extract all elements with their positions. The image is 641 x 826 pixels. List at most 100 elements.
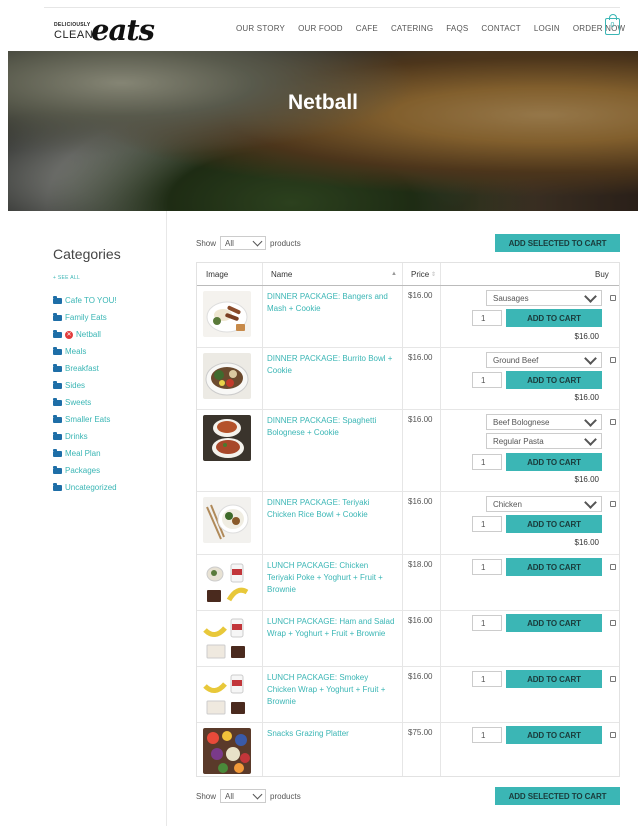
see-all-link[interactable]: + SEE ALL — [53, 275, 163, 281]
nav-login[interactable]: LOGIN — [534, 24, 560, 33]
product-image-chicken-poke[interactable] — [203, 560, 251, 606]
categories-sidebar: Categories + SEE ALL Cafe TO YOU! Family… — [53, 246, 163, 496]
sidebar-item-packages[interactable]: Packages — [53, 462, 163, 479]
sort-icon: ⇕ — [430, 271, 436, 278]
folder-icon — [53, 465, 62, 474]
add-selected-to-cart-button-top[interactable]: ADD SELECTED TO CART — [495, 234, 620, 252]
select-row-checkbox[interactable] — [610, 564, 616, 570]
folder-icon — [53, 295, 62, 304]
product-name-link[interactable]: LUNCH PACKAGE: Smokey Chicken Wrap + Yog… — [267, 672, 397, 708]
quantity-input[interactable]: 1 — [472, 671, 502, 687]
sidebar-divider — [166, 211, 167, 826]
logo-text-clean: CLEAN — [54, 29, 94, 41]
add-selected-to-cart-button-bottom[interactable]: ADD SELECTED TO CART — [495, 787, 620, 805]
column-header-price[interactable]: Price ⇕ — [411, 263, 439, 286]
sidebar-item-smaller-eats[interactable]: Smaller Eats — [53, 411, 163, 428]
nav-our-food[interactable]: OUR FOOD — [298, 24, 343, 33]
quantity-input[interactable]: 1 — [472, 727, 502, 743]
sidebar-item-uncategorized[interactable]: Uncategorized — [53, 479, 163, 496]
chevron-down-icon — [584, 289, 597, 303]
product-image-grazing-platter[interactable] — [203, 728, 251, 774]
variation-select[interactable]: Chicken — [486, 495, 602, 512]
table-header-row — [197, 263, 619, 286]
product-name-link[interactable]: LUNCH PACKAGE: Chicken Teriyaki Poke + Y… — [267, 560, 397, 596]
product-name-link[interactable]: DINNER PACKAGE: Burrito Bowl + Cookie — [267, 353, 397, 377]
nav-contact[interactable]: CONTACT — [481, 24, 520, 33]
row-subtotal: $16.00 — [574, 332, 599, 341]
product-name-link[interactable]: DINNER PACKAGE: Teriyaki Chicken Rice Bo… — [267, 497, 397, 521]
variation-select-pasta[interactable]: Regular Pasta — [486, 432, 602, 449]
sidebar-item-sweets[interactable]: Sweets — [53, 394, 163, 411]
folder-icon — [53, 431, 62, 440]
product-name-link[interactable]: LUNCH PACKAGE: Ham and Salad Wrap + Yogh… — [267, 616, 397, 640]
variation-select[interactable]: Beef Bolognese — [486, 413, 602, 430]
logo-text-eats: eats — [91, 13, 155, 47]
sidebar-item-sides[interactable]: Sides — [53, 377, 163, 394]
select-row-checkbox[interactable] — [610, 732, 616, 738]
show-count-select[interactable]: All — [220, 236, 267, 250]
table-row: Snacks Grazing Platter $75.00 1 ADD TO C… — [197, 723, 619, 776]
select-row-checkbox[interactable] — [610, 295, 616, 301]
add-to-cart-button[interactable]: ADD TO CART — [506, 558, 602, 576]
nav-our-story[interactable]: OUR STORY — [236, 24, 285, 33]
variation-select-value: Sausages — [493, 293, 529, 303]
chevron-down-icon — [584, 495, 597, 509]
show-count-control-bottom: Show All products — [196, 789, 301, 803]
product-name-link[interactable]: Snacks Grazing Platter — [267, 728, 397, 740]
quantity-input[interactable]: 1 — [472, 516, 502, 532]
select-row-checkbox[interactable] — [610, 357, 616, 363]
product-name-link[interactable]: DINNER PACKAGE: Spaghetti Bolognese + Co… — [267, 415, 397, 439]
chevron-down-icon — [584, 432, 597, 446]
select-row-checkbox[interactable] — [610, 620, 616, 626]
product-image-bangers-mash[interactable] — [203, 291, 251, 337]
select-row-checkbox[interactable] — [610, 501, 616, 507]
select-row-checkbox[interactable] — [610, 676, 616, 682]
nav-faqs[interactable]: FAQS — [446, 24, 468, 33]
sidebar-item-cafe-to-you[interactable]: Cafe TO YOU! — [53, 292, 163, 309]
product-price: $75.00 — [408, 728, 433, 737]
product-name-link[interactable]: DINNER PACKAGE: Bangers and Mash + Cooki… — [267, 291, 397, 315]
product-image-teriyaki-bowl[interactable] — [203, 497, 251, 543]
column-header-name[interactable]: Name ▲ — [271, 263, 401, 286]
folder-icon — [53, 329, 62, 338]
sidebar-item-netball[interactable]: ✕ Netball — [53, 326, 163, 343]
product-image-smokey-chicken-wrap[interactable] — [203, 672, 251, 718]
table-row: DINNER PACKAGE: Spaghetti Bolognese + Co… — [197, 410, 619, 492]
brand-logo[interactable]: DELICIOUSLY CLEAN eats — [54, 13, 155, 47]
variation-select[interactable]: Ground Beef — [486, 351, 602, 368]
row-subtotal: $16.00 — [574, 475, 599, 484]
add-to-cart-button[interactable]: ADD TO CART — [506, 453, 602, 471]
sidebar-item-breakfast[interactable]: Breakfast — [53, 360, 163, 377]
add-to-cart-button[interactable]: ADD TO CART — [506, 309, 602, 327]
quantity-input[interactable]: 1 — [472, 559, 502, 575]
quantity-input[interactable]: 1 — [472, 372, 502, 388]
nav-cafe[interactable]: CAFE — [356, 24, 378, 33]
add-to-cart-button[interactable]: ADD TO CART — [506, 515, 602, 533]
product-image-burrito-bowl[interactable] — [203, 353, 251, 399]
add-to-cart-button[interactable]: ADD TO CART — [506, 726, 602, 744]
quantity-input[interactable]: 1 — [472, 615, 502, 631]
select-row-checkbox[interactable] — [610, 419, 616, 425]
show-count-control-top: Show All products — [196, 236, 301, 250]
quantity-input[interactable]: 1 — [472, 310, 502, 326]
sidebar-item-meals[interactable]: Meals — [53, 343, 163, 360]
sidebar-item-family-eats[interactable]: Family Eats — [53, 309, 163, 326]
nav-catering[interactable]: CATERING — [391, 24, 433, 33]
cart-icon[interactable]: 0 — [605, 14, 620, 35]
add-to-cart-button[interactable]: ADD TO CART — [506, 614, 602, 632]
product-image-spaghetti-bolognese[interactable] — [203, 415, 251, 461]
remove-filter-icon[interactable]: ✕ — [65, 330, 73, 339]
variation-select-value: Regular Pasta — [493, 436, 544, 446]
sidebar-item-drinks[interactable]: Drinks — [53, 428, 163, 445]
quantity-input[interactable]: 1 — [472, 454, 502, 470]
sidebar-item-label: Uncategorized — [65, 483, 117, 492]
product-image-ham-salad-wrap[interactable] — [203, 616, 251, 662]
sidebar-item-label: Cafe TO YOU! — [65, 296, 117, 305]
show-count-select[interactable]: All — [220, 789, 267, 803]
add-to-cart-button[interactable]: ADD TO CART — [506, 670, 602, 688]
sidebar-item-meal-plan[interactable]: Meal Plan — [53, 445, 163, 462]
add-to-cart-button[interactable]: ADD TO CART — [506, 371, 602, 389]
variation-select[interactable]: Sausages — [486, 289, 602, 306]
product-price: $18.00 — [408, 560, 433, 569]
chevron-down-icon — [252, 236, 263, 246]
